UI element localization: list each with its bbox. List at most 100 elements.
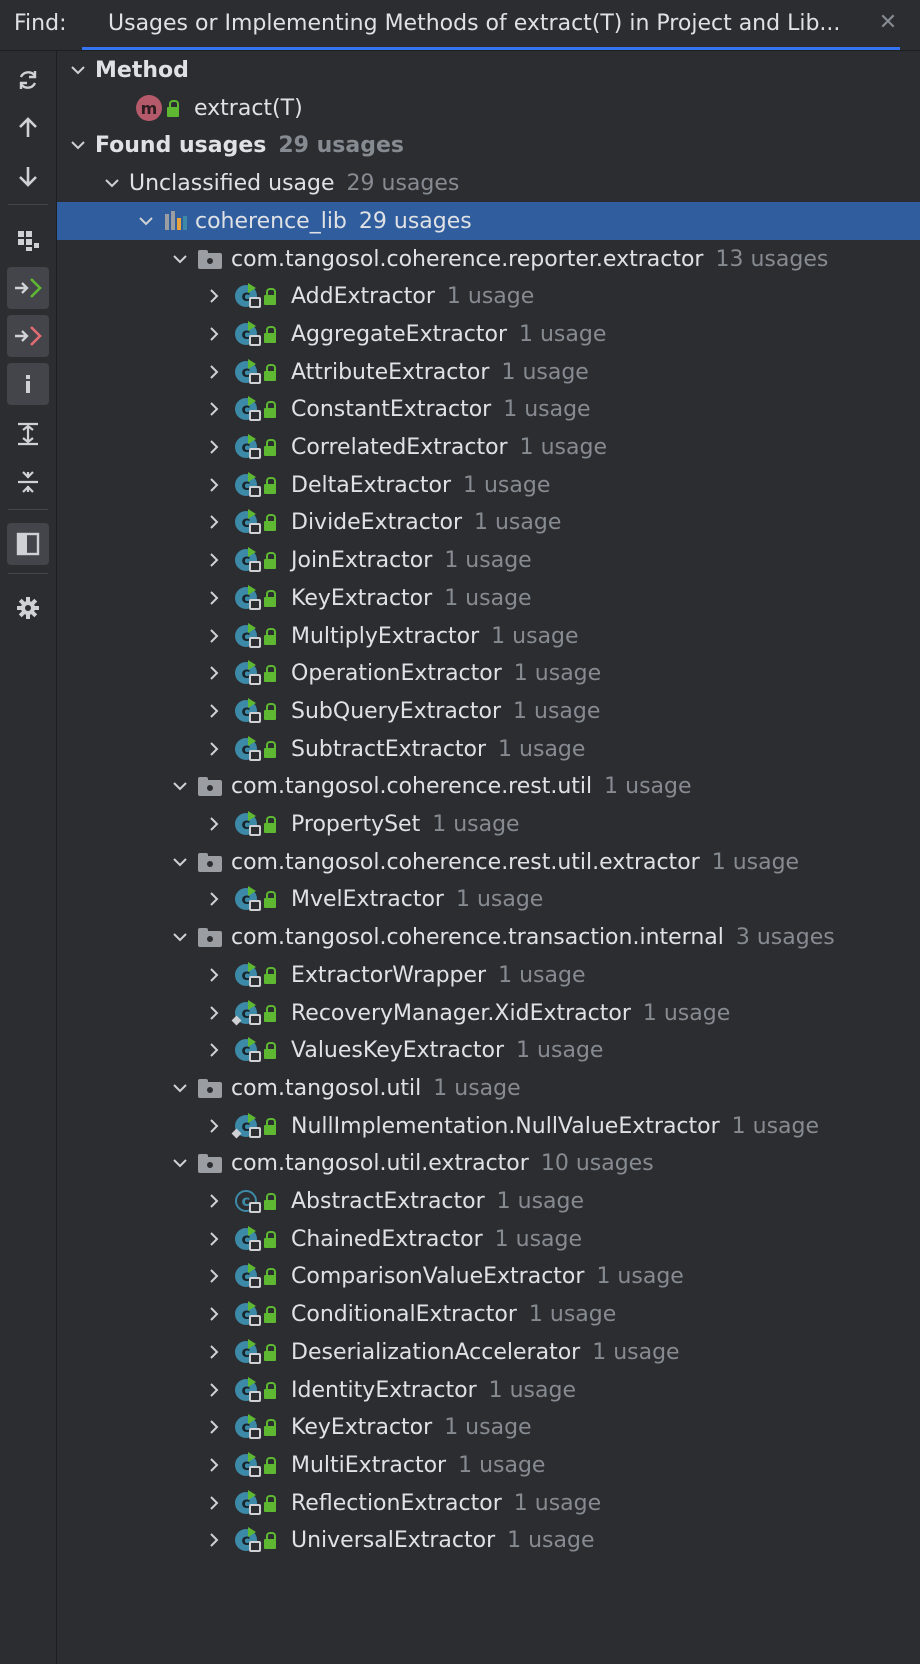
chevron-right-icon[interactable] — [203, 1265, 225, 1287]
tree-node-class[interactable]: c SubtractExtractor 1 usage — [57, 730, 920, 768]
tree-node-class[interactable]: c UniversalExtractor 1 usage — [57, 1521, 920, 1559]
tree-node-class[interactable]: c AggregateExtractor 1 usage — [57, 315, 920, 353]
usages-tree: Method m extract(T) Found usages 29 usages Un… — [57, 51, 920, 1664]
chevron-down-icon[interactable] — [169, 775, 191, 797]
tree-node-class[interactable]: c OperationExtractor 1 usage — [57, 654, 920, 692]
tree-node-class[interactable]: c IdentityExtractor 1 usage — [57, 1371, 920, 1409]
chevron-right-icon[interactable] — [203, 1416, 225, 1438]
chevron-right-icon[interactable] — [203, 625, 225, 647]
tree-node-class[interactable]: c RecoveryManager.XidExtractor 1 usage — [57, 994, 920, 1032]
class-icon: c — [233, 433, 261, 461]
chevron-down-icon[interactable] — [67, 59, 89, 81]
chevron-right-icon[interactable] — [203, 700, 225, 722]
tree-node-class[interactable]: c MultiplyExtractor 1 usage — [57, 617, 920, 655]
group-by-button[interactable] — [7, 219, 49, 261]
next-occurrence-button[interactable] — [7, 155, 49, 197]
tree-node-package[interactable]: com.tangosol.coherence.rest.util.extract… — [57, 843, 920, 881]
tree-node-class[interactable]: c ValuesKeyExtractor 1 usage — [57, 1031, 920, 1069]
chevron-right-icon[interactable] — [203, 1492, 225, 1514]
tree-node-class[interactable]: c AddExtractor 1 usage — [57, 277, 920, 315]
chevron-down-icon[interactable] — [67, 134, 89, 156]
chevron-right-icon[interactable] — [203, 1341, 225, 1363]
tree-node-library[interactable]: coherence_lib 29 usages — [57, 202, 920, 240]
tree-node-method[interactable]: m extract(T) — [57, 89, 920, 127]
show-write-access-button[interactable] — [7, 315, 49, 357]
chevron-down-icon[interactable] — [169, 1152, 191, 1174]
chevron-right-icon[interactable] — [203, 1115, 225, 1137]
chevron-right-icon[interactable] — [203, 1379, 225, 1401]
tree-node-class[interactable]: c AttributeExtractor 1 usage — [57, 353, 920, 391]
close-icon[interactable]: ✕ — [876, 10, 900, 35]
chevron-right-icon[interactable] — [203, 1454, 225, 1476]
chevron-right-icon[interactable] — [203, 964, 225, 986]
chevron-right-icon[interactable] — [203, 398, 225, 420]
preview-button[interactable] — [7, 523, 49, 565]
chevron-right-icon[interactable] — [203, 1529, 225, 1551]
class-icon: c — [233, 1376, 261, 1404]
tree-node-class[interactable]: c MultiExtractor 1 usage — [57, 1446, 920, 1484]
expand-all-button[interactable] — [7, 413, 49, 455]
chevron-right-icon[interactable] — [203, 549, 225, 571]
tree-node-class[interactable]: c DeltaExtractor 1 usage — [57, 466, 920, 504]
tree-node-class[interactable]: c MvelExtractor 1 usage — [57, 880, 920, 918]
chevron-right-icon[interactable] — [203, 662, 225, 684]
tree-node-found-usages[interactable]: Found usages 29 usages — [57, 126, 920, 164]
chevron-right-icon[interactable] — [203, 813, 225, 835]
tree-node-class[interactable]: c ComparisonValueExtractor 1 usage — [57, 1257, 920, 1295]
tree-node-class[interactable]: c JoinExtractor 1 usage — [57, 541, 920, 579]
previous-occurrence-button[interactable] — [7, 107, 49, 149]
chevron-down-icon[interactable] — [169, 851, 191, 873]
rerun-button[interactable] — [7, 59, 49, 101]
chevron-right-icon[interactable] — [203, 474, 225, 496]
chevron-right-icon[interactable] — [203, 1039, 225, 1061]
tree-node-class[interactable]: c DivideExtractor 1 usage — [57, 503, 920, 541]
public-visibility-icon — [263, 549, 277, 571]
tree-node-class[interactable]: c NullImplementation.NullValueExtractor 1 … — [57, 1107, 920, 1145]
chevron-right-icon[interactable] — [203, 1303, 225, 1325]
tree-node-class[interactable]: c ConstantExtractor 1 usage — [57, 390, 920, 428]
tree-node-package[interactable]: com.tangosol.coherence.reporter.extracto… — [57, 240, 920, 278]
chevron-right-icon[interactable] — [203, 511, 225, 533]
usage-count: 1 usage — [642, 1000, 731, 1026]
collapse-all-button[interactable] — [7, 461, 49, 503]
tree-node-class[interactable]: c SubQueryExtractor 1 usage — [57, 692, 920, 730]
tree-node-method-header[interactable]: Method — [57, 51, 920, 89]
settings-button[interactable] — [7, 587, 49, 629]
chevron-right-icon[interactable] — [203, 888, 225, 910]
tree-node-class[interactable]: c KeyExtractor 1 usage — [57, 579, 920, 617]
chevron-right-icon[interactable] — [203, 1228, 225, 1250]
chevron-down-icon[interactable] — [101, 172, 123, 194]
chevron-right-icon[interactable] — [203, 1002, 225, 1024]
chevron-right-icon[interactable] — [203, 285, 225, 307]
tree-node-class[interactable]: c AbstractExtractor 1 usage — [57, 1182, 920, 1220]
chevron-down-icon[interactable] — [169, 248, 191, 270]
tree-node-class[interactable]: c ReflectionExtractor 1 usage — [57, 1484, 920, 1522]
chevron-right-icon[interactable] — [203, 587, 225, 609]
show-read-access-button[interactable] — [7, 267, 49, 309]
tree-node-package[interactable]: com.tangosol.util.extractor 10 usages — [57, 1144, 920, 1182]
tree-node-package[interactable]: com.tangosol.coherence.rest.util 1 usage — [57, 767, 920, 805]
chevron-down-icon[interactable] — [135, 210, 157, 232]
package-label: com.tangosol.coherence.reporter.extracto… — [231, 246, 704, 272]
tree-node-class[interactable]: c KeyExtractor 1 usage — [57, 1408, 920, 1446]
class-icon: c — [233, 1526, 261, 1554]
tree-node-class[interactable]: c ChainedExtractor 1 usage — [57, 1220, 920, 1258]
tree-node-class[interactable]: c ConditionalExtractor 1 usage — [57, 1295, 920, 1333]
tree-node-class[interactable]: c CorrelatedExtractor 1 usage — [57, 428, 920, 466]
chevron-right-icon[interactable] — [203, 738, 225, 760]
tree-node-class[interactable]: c DeserializationAccelerator 1 usage — [57, 1333, 920, 1371]
chevron-right-icon[interactable] — [203, 323, 225, 345]
info-button[interactable] — [7, 363, 49, 405]
usage-count: 1 usage — [463, 472, 551, 498]
chevron-right-icon[interactable] — [203, 1190, 225, 1212]
find-tab[interactable]: Usages or Implementing Methods of extrac… — [82, 0, 900, 50]
tree-node-unclassified[interactable]: Unclassified usage 29 usages — [57, 164, 920, 202]
tree-node-class[interactable]: c ExtractorWrapper 1 usage — [57, 956, 920, 994]
tree-node-class[interactable]: c PropertySet 1 usage — [57, 805, 920, 843]
tree-node-package[interactable]: com.tangosol.coherence.transaction.inter… — [57, 918, 920, 956]
chevron-down-icon[interactable] — [169, 926, 191, 948]
chevron-right-icon[interactable] — [203, 436, 225, 458]
chevron-right-icon[interactable] — [203, 361, 225, 383]
tree-node-package[interactable]: com.tangosol.util 1 usage — [57, 1069, 920, 1107]
chevron-down-icon[interactable] — [169, 1077, 191, 1099]
